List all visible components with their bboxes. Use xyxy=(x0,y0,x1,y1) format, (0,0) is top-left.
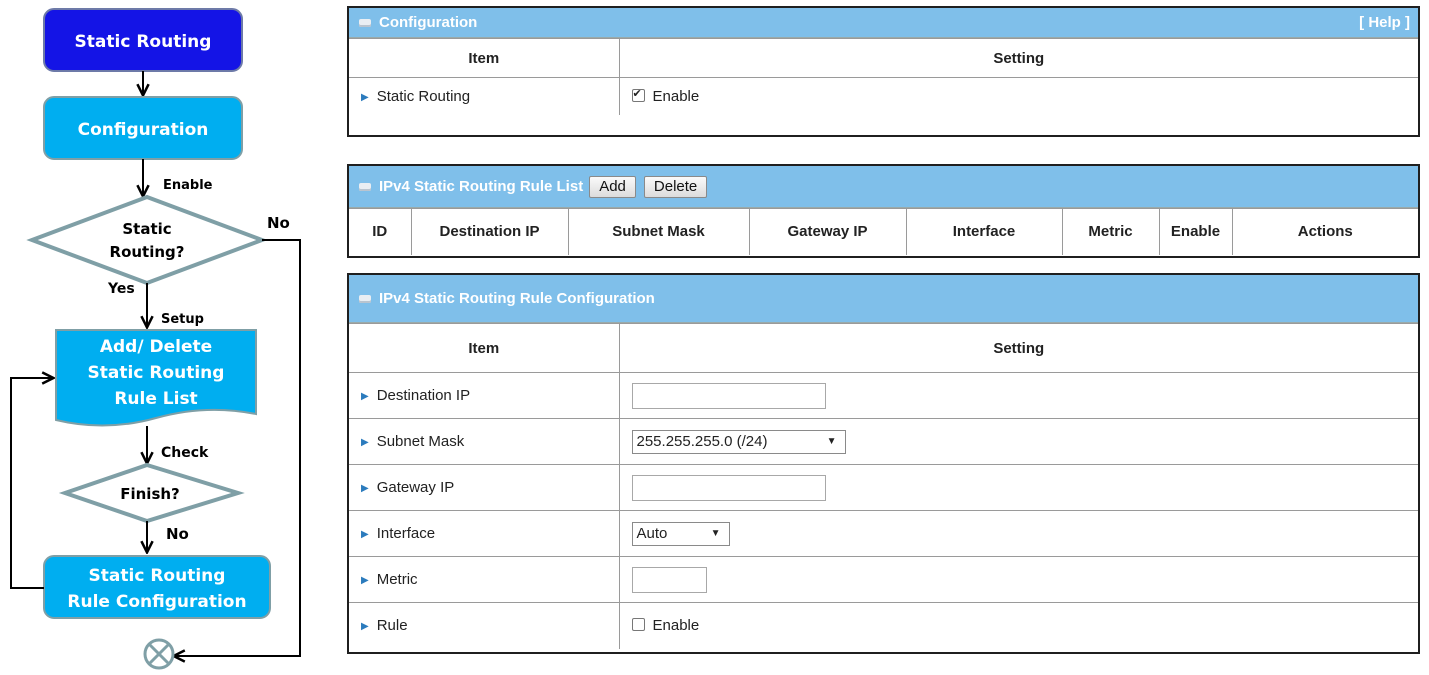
col-id: ID xyxy=(349,208,412,255)
triangle-right-icon: ▶ xyxy=(361,483,369,494)
rule-enable-checkbox[interactable] xyxy=(631,618,645,632)
rule-list-title: IPv4 Static Routing Rule List xyxy=(379,178,584,195)
rule-config-line1: Static Routing xyxy=(89,566,226,586)
col-metric: Metric xyxy=(1061,208,1160,255)
col-gateway-ip: Gateway IP xyxy=(748,208,907,255)
static-routing-row-label: ▶ Static Routing xyxy=(349,77,620,115)
dropdown-arrow-icon: ▼ xyxy=(710,527,721,539)
gateway-ip-input[interactable] xyxy=(631,474,826,501)
circle-x-icon xyxy=(143,638,175,670)
rule-cell: Enable xyxy=(618,602,1418,649)
no-label-bottom: No xyxy=(166,525,189,543)
flowchart: Static Routing Configuration Enable Stat… xyxy=(10,8,301,670)
configuration-panel: Configuration [ Help ] Item Setting ▶ Sta… xyxy=(347,6,1420,137)
col-setting: Setting xyxy=(618,38,1418,78)
rule-config-table: Item Setting ▶ Destination IP ▶ Subnet Mas… xyxy=(349,323,1418,649)
gateway-ip-cell xyxy=(618,464,1418,511)
subnet-mask-select[interactable]: 255.255.255.0 (/24) ▼ xyxy=(631,429,846,454)
static-routing-enable-checkbox[interactable] xyxy=(631,87,645,102)
rule-config-panel: IPv4 Static Routing Rule Configuration I… xyxy=(347,273,1420,654)
check-label: Check xyxy=(161,445,209,461)
rule-config-header: IPv4 Static Routing Rule Configuration xyxy=(349,275,1418,323)
col-enable: Enable xyxy=(1158,208,1233,255)
configuration-table: Item Setting ▶Static Routing Enable xyxy=(349,38,1418,115)
col-interface: Interface xyxy=(905,208,1063,255)
destination-ip-cell xyxy=(618,372,1418,419)
rule-config-title: IPv4 Static Routing Rule Configuration xyxy=(379,290,655,307)
rule-list-panel: IPv4 Static Routing Rule List Add Delete… xyxy=(347,164,1420,258)
col-destination-ip: Destination IP xyxy=(410,208,569,255)
interface-cell: Auto ▼ xyxy=(618,510,1418,557)
col-item: Item xyxy=(349,38,620,78)
static-routing-row-value: Enable xyxy=(618,77,1418,115)
configuration-title: Configuration xyxy=(379,14,478,31)
triangle-right-icon: ▶ xyxy=(361,391,369,402)
col-subnet-mask: Subnet Mask xyxy=(567,208,750,255)
dropdown-arrow-icon: ▼ xyxy=(826,435,837,447)
subnet-mask-label: ▶ Subnet Mask xyxy=(349,418,620,465)
configuration-label: Configuration xyxy=(78,120,209,140)
interface-select[interactable]: Auto ▼ xyxy=(631,521,730,546)
add-delete-line1: Add/ Delete xyxy=(100,337,212,357)
rule-enable-label: Enable xyxy=(652,617,700,635)
metric-cell xyxy=(618,556,1418,603)
tab-icon xyxy=(359,18,371,27)
no-label-top: No xyxy=(267,214,290,232)
rule-list-table: ID Destination IP Subnet Mask Gateway IP… xyxy=(349,208,1418,255)
rule-label: ▶ Rule xyxy=(349,602,620,649)
yes-label: Yes xyxy=(107,281,135,297)
rule-list-header: IPv4 Static Routing Rule List Add Delete xyxy=(349,166,1418,208)
metric-label: ▶ Metric xyxy=(349,556,620,603)
triangle-right-icon: ▶ xyxy=(361,437,369,448)
gateway-ip-label: ▶ Gateway IP xyxy=(349,464,620,511)
static-routing-label: Static Routing xyxy=(75,32,212,52)
destination-ip-input[interactable] xyxy=(631,382,826,409)
decision-line2: Routing? xyxy=(110,243,185,261)
setup-label: Setup xyxy=(161,312,204,327)
tab-icon xyxy=(359,182,371,191)
tab-icon xyxy=(359,294,371,303)
static-routing-decision xyxy=(26,194,268,286)
col-setting: Setting xyxy=(618,323,1418,373)
add-delete-line2: Static Routing xyxy=(88,363,225,383)
subnet-mask-cell: 255.255.255.0 (/24) ▼ xyxy=(618,418,1418,465)
help-link[interactable]: [ Help ] xyxy=(1359,14,1410,31)
col-item: Item xyxy=(349,323,620,373)
finish-label: Finish? xyxy=(120,485,180,503)
delete-button[interactable]: Delete xyxy=(643,175,708,198)
triangle-right-icon: ▶ xyxy=(361,621,369,633)
triangle-right-icon: ▶ xyxy=(361,91,369,103)
triangle-right-icon: ▶ xyxy=(361,529,369,540)
rule-config-line2: Rule Configuration xyxy=(67,592,246,612)
triangle-right-icon: ▶ xyxy=(361,575,369,586)
add-button[interactable]: Add xyxy=(589,175,636,198)
add-delete-line3: Rule List xyxy=(114,389,197,409)
col-actions: Actions xyxy=(1231,208,1418,255)
enable-label: Enable xyxy=(163,178,213,193)
metric-input[interactable] xyxy=(631,566,707,593)
decision-line1: Static xyxy=(122,220,171,238)
interface-label: ▶ Interface xyxy=(349,510,620,557)
enable-label: Enable xyxy=(652,87,700,105)
configuration-header: Configuration [ Help ] xyxy=(349,8,1418,38)
destination-ip-label: ▶ Destination IP xyxy=(349,372,620,419)
